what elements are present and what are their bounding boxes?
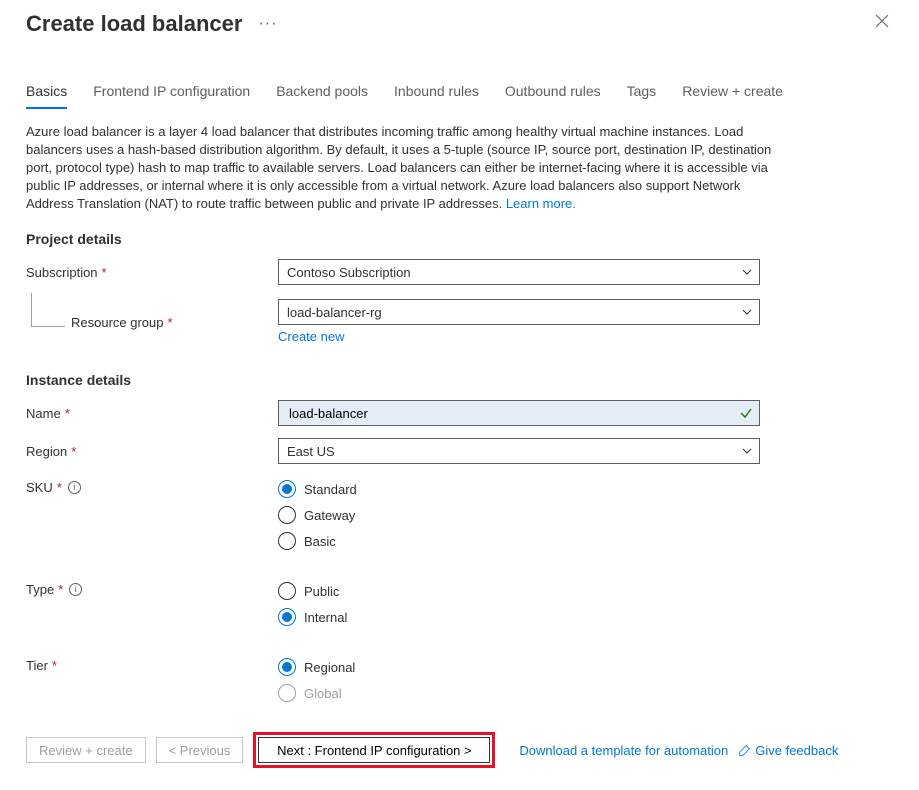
radio-icon	[278, 658, 296, 676]
type-radio-public[interactable]: Public	[278, 578, 760, 604]
radio-label: Standard	[304, 482, 357, 497]
chevron-down-icon	[741, 445, 753, 457]
tab-inbound-rules[interactable]: Inbound rules	[394, 83, 479, 109]
radio-label: Public	[304, 584, 339, 599]
subscription-select[interactable]: Contoso Subscription	[278, 259, 760, 285]
highlight-box: Next : Frontend IP configuration >	[253, 732, 495, 768]
info-icon[interactable]: i	[69, 583, 82, 596]
page-title: Create load balancer	[26, 11, 242, 37]
resource-group-select[interactable]: load-balancer-rg	[278, 299, 760, 325]
close-button[interactable]	[871, 10, 893, 37]
tier-radio-regional[interactable]: Regional	[278, 654, 760, 680]
tab-backend-pools[interactable]: Backend pools	[276, 83, 368, 109]
validation-ok-icon	[739, 406, 753, 420]
more-actions-icon[interactable]: ···	[258, 15, 277, 33]
create-new-rg-link[interactable]: Create new	[278, 329, 344, 344]
name-input-wrapper	[278, 400, 760, 426]
name-input[interactable]	[287, 405, 733, 422]
radio-icon	[278, 480, 296, 498]
required-icon: *	[58, 582, 63, 597]
tier-label: Tier	[26, 658, 48, 673]
next-button[interactable]: Next : Frontend IP configuration >	[258, 737, 490, 763]
feedback-icon	[738, 744, 751, 757]
region-value: East US	[287, 444, 335, 459]
subscription-value: Contoso Subscription	[287, 265, 411, 280]
download-template-link[interactable]: Download a template for automation	[519, 743, 728, 758]
tab-tags[interactable]: Tags	[627, 83, 657, 109]
required-icon: *	[52, 658, 57, 673]
region-select[interactable]: East US	[278, 438, 760, 464]
chevron-down-icon	[741, 266, 753, 278]
required-icon: *	[57, 480, 62, 495]
sku-radio-gateway[interactable]: Gateway	[278, 502, 760, 528]
radio-label: Gateway	[304, 508, 355, 523]
tab-basics[interactable]: Basics	[26, 83, 67, 109]
feedback-label: Give feedback	[755, 743, 838, 758]
subscription-label: Subscription	[26, 265, 98, 280]
tree-elbow-icon	[31, 293, 65, 327]
chevron-down-icon	[741, 306, 753, 318]
region-label: Region	[26, 444, 67, 459]
required-icon: *	[168, 315, 173, 330]
learn-more-link[interactable]: Learn more.	[506, 196, 576, 211]
description-body: Azure load balancer is a layer 4 load ba…	[26, 124, 771, 211]
radio-label: Internal	[304, 610, 347, 625]
radio-icon	[278, 506, 296, 524]
sku-radio-basic[interactable]: Basic	[278, 528, 760, 554]
info-icon[interactable]: i	[68, 481, 81, 494]
tab-review-create[interactable]: Review + create	[682, 83, 783, 109]
sku-radio-standard[interactable]: Standard	[278, 476, 760, 502]
tab-strip: Basics Frontend IP configuration Backend…	[26, 83, 893, 109]
review-create-button[interactable]: Review + create	[26, 737, 146, 763]
type-radio-internal[interactable]: Internal	[278, 604, 760, 630]
resource-group-label: Resource group	[71, 315, 164, 330]
sku-label: SKU	[26, 480, 53, 495]
radio-icon	[278, 684, 296, 702]
tier-radio-global: Global	[278, 680, 760, 706]
tab-outbound-rules[interactable]: Outbound rules	[505, 83, 601, 109]
project-details-heading: Project details	[26, 231, 893, 247]
resource-group-value: load-balancer-rg	[287, 305, 382, 320]
radio-label: Global	[304, 686, 342, 701]
tab-frontend-ip[interactable]: Frontend IP configuration	[93, 83, 250, 109]
type-label: Type	[26, 582, 54, 597]
required-icon: *	[102, 265, 107, 280]
name-label: Name	[26, 406, 61, 421]
description-text: Azure load balancer is a layer 4 load ba…	[26, 123, 786, 213]
instance-details-heading: Instance details	[26, 372, 893, 388]
required-icon: *	[71, 444, 76, 459]
give-feedback-link[interactable]: Give feedback	[738, 743, 838, 758]
radio-label: Basic	[304, 534, 336, 549]
radio-icon	[278, 532, 296, 550]
radio-icon	[278, 608, 296, 626]
footer-bar: Review + create < Previous Next : Fronte…	[0, 714, 919, 790]
previous-button[interactable]: < Previous	[156, 737, 244, 763]
radio-icon	[278, 582, 296, 600]
required-icon: *	[65, 406, 70, 421]
radio-label: Regional	[304, 660, 355, 675]
